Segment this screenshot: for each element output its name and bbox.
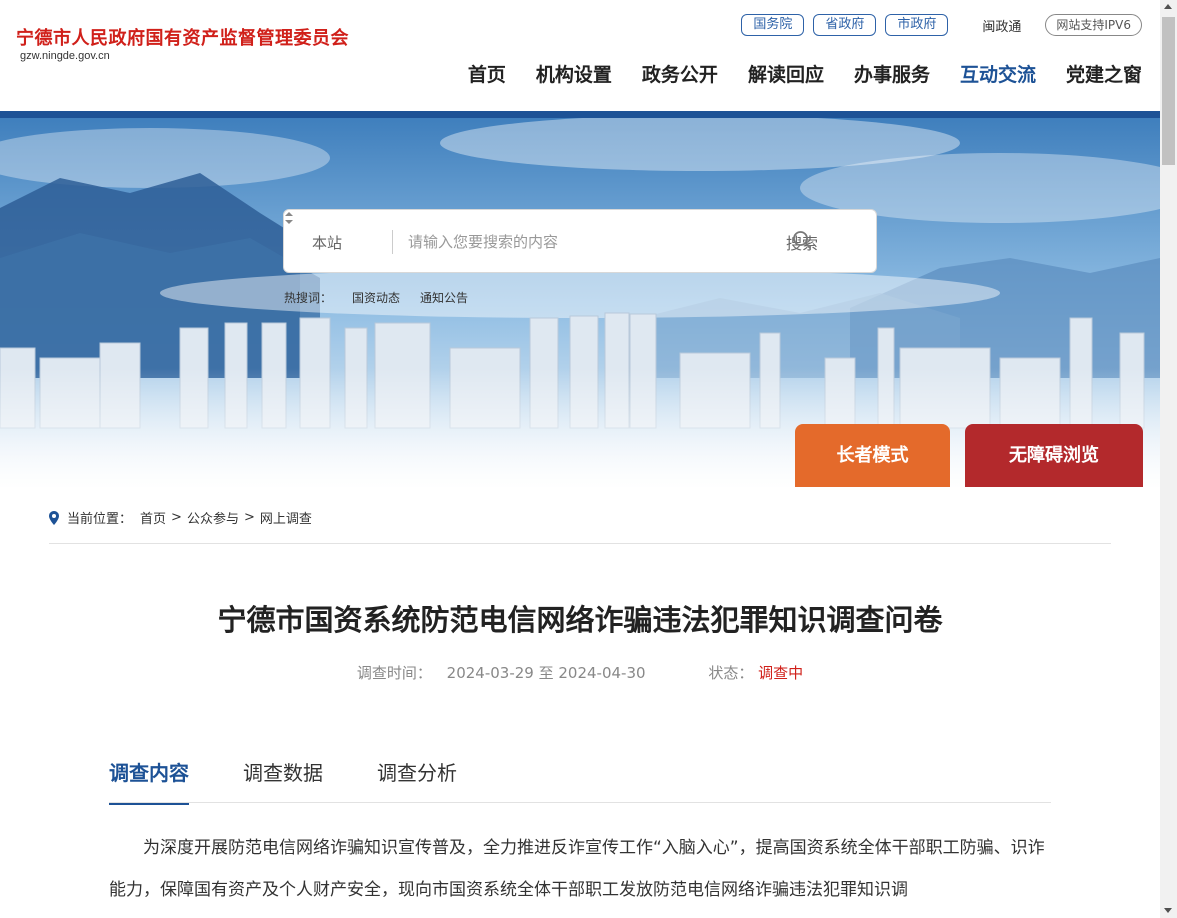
nav-interaction[interactable]: 互动交流 (960, 60, 1036, 87)
tab-survey-data[interactable]: 调查数据 (243, 757, 323, 805)
site-logo-domain: gzw.ningde.gov.cn (20, 50, 110, 62)
survey-intro-text: 为深度开展防范电信网络诈骗知识宣传普及，全力推进反诈宣传工作“入脑入心”，提高国… (109, 838, 1045, 900)
search-input[interactable] (408, 226, 768, 258)
link-city-gov[interactable]: 市政府 (885, 14, 949, 36)
nav-organization[interactable]: 机构设置 (536, 60, 612, 87)
link-minzhengtong[interactable]: 闽政通 (982, 16, 1021, 35)
vertical-scrollbar[interactable] (1160, 0, 1177, 918)
hot-search-words: 热搜词： 国资动态 通知公告 (284, 289, 488, 306)
tab-survey-analysis[interactable]: 调查分析 (377, 757, 457, 805)
tabs-divider (109, 802, 1051, 803)
breadcrumb-home[interactable]: 首页 (140, 508, 166, 527)
link-provincial-gov[interactable]: 省政府 (813, 14, 877, 36)
hot-word-2[interactable]: 通知公告 (420, 289, 468, 306)
survey-tabs: 调查内容 调查数据 调查分析 (109, 757, 511, 805)
search-divider (392, 230, 393, 254)
nav-party-building[interactable]: 党建之窗 (1066, 60, 1142, 87)
scroll-up-arrow-icon[interactable] (1164, 4, 1172, 9)
search-icon (793, 231, 811, 249)
breadcrumb: 当前位置： 首页 > 公众参与 > 网上调查 (49, 508, 312, 527)
survey-time-value: 2024-03-29 至 2024-04-30 (446, 664, 646, 682)
header-divider-bar (0, 111, 1160, 118)
search-button[interactable]: 搜索 (786, 230, 818, 254)
site-header: 宁德市人民政府国有资产监督管理委员会 gzw.ningde.gov.cn 国务院… (0, 0, 1160, 111)
breadcrumb-online-survey[interactable]: 网上调查 (260, 508, 312, 527)
top-links: 国务院 省政府 市政府 闽政通 网站支持IPV6 (732, 14, 1142, 36)
ipv6-badge: 网站支持IPV6 (1045, 14, 1142, 36)
breadcrumb-public-participation[interactable]: 公众参与 (187, 508, 239, 527)
scroll-down-arrow-icon[interactable] (1164, 908, 1172, 913)
breadcrumb-separator: > (243, 510, 255, 525)
search-box: 本站 搜索 (283, 209, 877, 273)
elder-mode-button[interactable]: 长者模式 (795, 424, 950, 487)
survey-status-label: 状态： (708, 664, 754, 682)
survey-time-label: 调查时间： (356, 664, 432, 682)
scrollbar-thumb[interactable] (1162, 17, 1175, 165)
breadcrumb-label: 当前位置： (67, 512, 133, 527)
nav-gov-affairs[interactable]: 政务公开 (642, 60, 718, 87)
page-title: 宁德市国资系统防范电信网络诈骗违法犯罪知识调查问卷 (217, 603, 943, 637)
hot-word-1[interactable]: 国资动态 (352, 289, 400, 306)
main-nav: 首页 机构设置 政务公开 解读回应 办事服务 互动交流 党建之窗 (438, 60, 1142, 87)
breadcrumb-separator: > (171, 510, 182, 525)
site-logo-title[interactable]: 宁德市人民政府国有资产监督管理委员会 (16, 24, 349, 50)
nav-home[interactable]: 首页 (468, 60, 506, 87)
accessible-browse-button[interactable]: 无障碍浏览 (965, 424, 1143, 487)
survey-meta: 调查时间： 2024-03-29 至 2024-04-30 状态： 调查中 (17, 662, 1143, 683)
search-scope-select[interactable]: 本站 (312, 232, 342, 253)
hero-banner: 本站 搜索 热搜词： 国资动态 通知公告 长者模式 无障碍浏览 (0, 118, 1160, 487)
location-pin-icon (49, 510, 59, 525)
nav-services[interactable]: 办事服务 (854, 60, 930, 87)
survey-status-value: 调查中 (758, 664, 804, 682)
hot-search-label: 热搜词： (284, 291, 333, 305)
breadcrumb-divider (49, 543, 1111, 544)
nav-interpretation[interactable]: 解读回应 (748, 60, 824, 87)
tab-survey-content[interactable]: 调查内容 (109, 757, 189, 805)
updown-arrow-icon[interactable] (284, 210, 294, 226)
link-state-council[interactable]: 国务院 (741, 14, 805, 36)
main-content: 当前位置： 首页 > 公众参与 > 网上调查 宁德市国资系统防范电信网络诈骗违法… (17, 487, 1143, 918)
